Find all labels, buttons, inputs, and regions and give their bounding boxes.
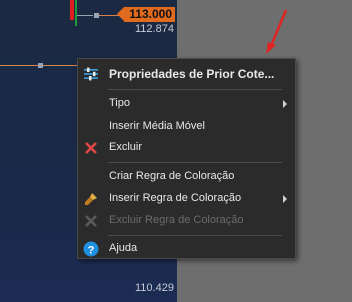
candle-body [70, 0, 74, 20]
annotation-arrow-icon [266, 9, 288, 54]
price-label-top: 112.874 [135, 23, 174, 35]
submenu-arrow-icon [283, 195, 287, 203]
menu-item-label: Tipo [109, 97, 130, 109]
help-icon: ? [83, 241, 99, 257]
menu-item-help[interactable]: ? Ajuda [78, 238, 295, 260]
submenu-arrow-icon [283, 100, 287, 108]
menu-item-properties[interactable]: Propriedades de Prior Cote... [78, 63, 295, 85]
delete-x-icon [85, 142, 97, 154]
menu-item-label: Criar Regra de Coloração [109, 170, 235, 182]
candle-wick [75, 0, 77, 26]
paint-brush-icon [85, 193, 97, 205]
menu-item-delete[interactable]: Excluir [78, 137, 295, 159]
menu-item-insert-color-rule[interactable]: Inserir Regra de Coloração [78, 188, 295, 210]
menu-item-tipo[interactable]: Tipo [78, 93, 295, 115]
menu-item-label: Excluir [109, 141, 143, 153]
properties-icon [84, 67, 98, 81]
menu-item-label: Propriedades de Prior Cote... [109, 67, 275, 81]
delete-x-icon [85, 215, 97, 227]
menu-item-label: Excluir Regra de Coloração [109, 214, 244, 226]
menu-item-insert-moving-average[interactable]: Inserir Média Móvel [78, 116, 295, 138]
context-menu: Propriedades de Prior Cote... Tipo Inser… [77, 58, 296, 259]
candle-tick [77, 15, 93, 16]
price-line-handle[interactable] [38, 63, 43, 68]
svg-text:?: ? [88, 245, 95, 257]
menu-item-delete-color-rule: Excluir Regra de Coloração [78, 210, 295, 232]
menu-item-label: Ajuda [109, 242, 138, 254]
price-tag: 113.000 [117, 7, 175, 22]
menu-item-create-color-rule[interactable]: Criar Regra de Coloração [78, 166, 295, 188]
menu-separator [108, 89, 282, 90]
menu-item-label: Inserir Regra de Coloração [109, 192, 242, 204]
menu-separator [108, 235, 282, 236]
menu-item-label: Inserir Média Móvel [109, 120, 205, 132]
price-label-bottom: 110.429 [135, 282, 174, 294]
menu-separator [108, 162, 282, 163]
